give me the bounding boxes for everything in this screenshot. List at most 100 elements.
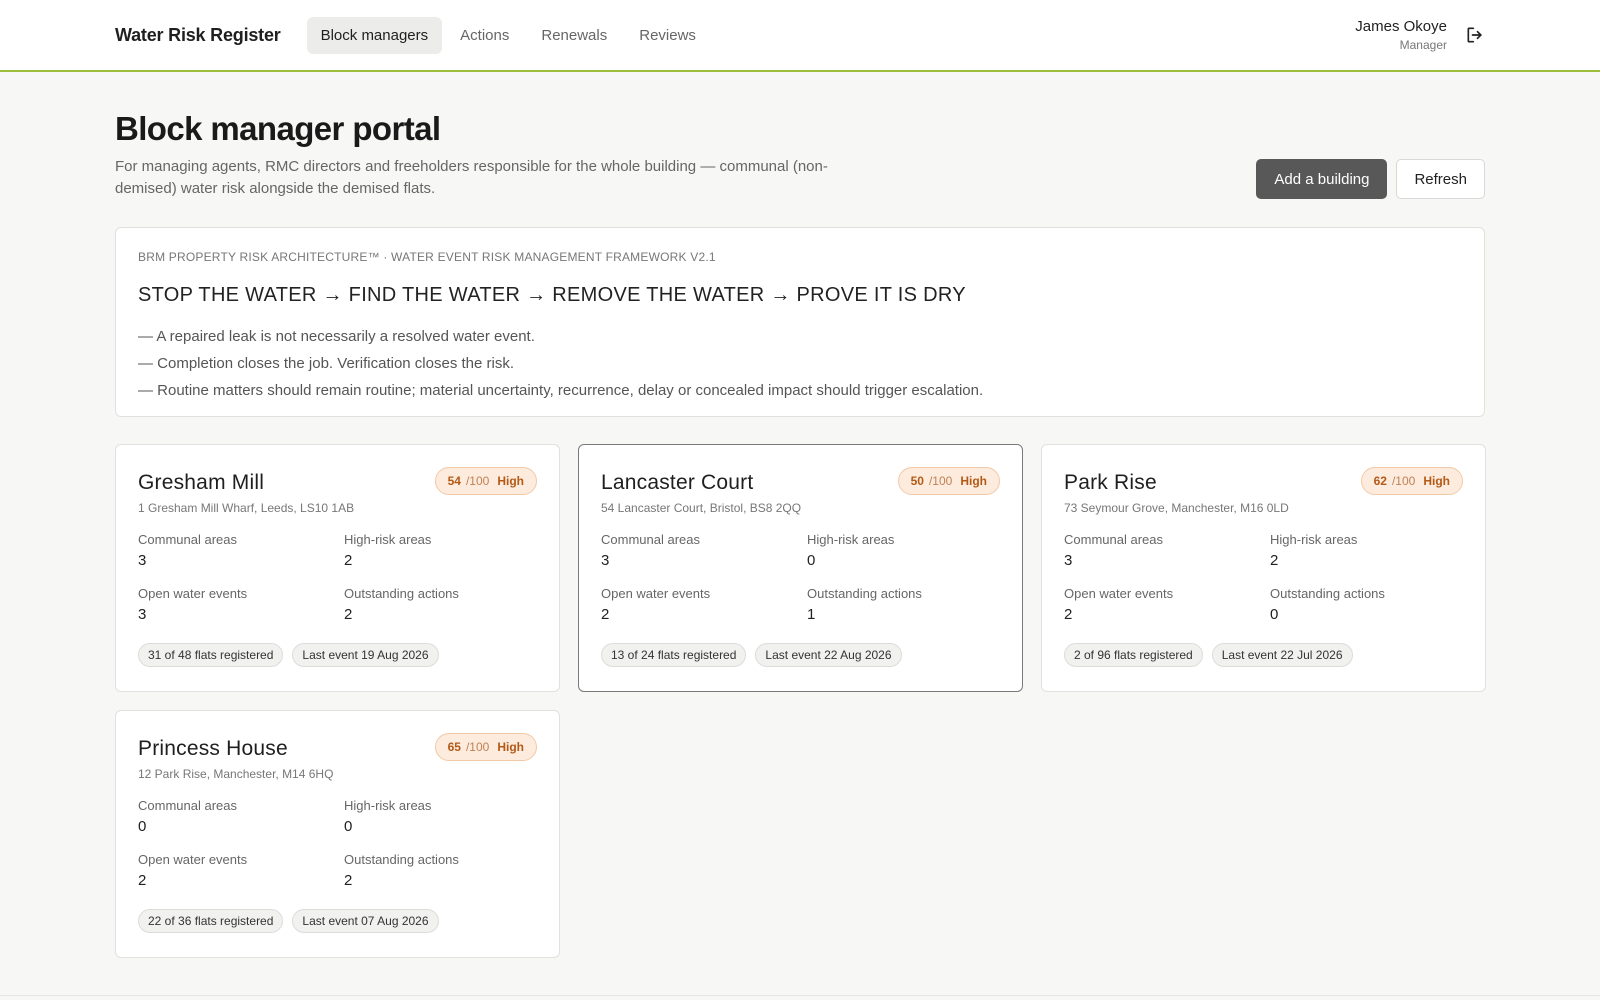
page-heading-group: Block manager portal For managing agents… bbox=[115, 110, 835, 200]
flats-registered-chip: 2 of 96 flats registered bbox=[1064, 643, 1203, 667]
tab-renewals[interactable]: Renewals bbox=[527, 17, 621, 54]
building-card[interactable]: Princess House 12 Park Rise, Manchester,… bbox=[115, 710, 560, 958]
stat-outstanding-actions: Outstanding actions 0 bbox=[1270, 586, 1470, 623]
risk-score-badge: 54 /100 High bbox=[434, 467, 537, 495]
page-header: Block manager portal For managing agents… bbox=[115, 72, 1485, 200]
building-stats: Communal areas 3 High-risk areas 0 Open … bbox=[601, 532, 1000, 623]
card-header: Gresham Mill 1 Gresham Mill Wharf, Leeds… bbox=[138, 467, 537, 515]
card-title-group: Lancaster Court 54 Lancaster Court, Bris… bbox=[601, 467, 801, 515]
stat-value: 0 bbox=[807, 552, 816, 569]
tab-actions[interactable]: Actions bbox=[446, 17, 523, 54]
stat-open-water-events: Open water events 3 bbox=[138, 586, 344, 623]
tab-reviews[interactable]: Reviews bbox=[625, 17, 710, 54]
stat-value: 2 bbox=[344, 872, 353, 889]
building-name: Park Rise bbox=[1064, 471, 1157, 494]
stat-label: Open water events bbox=[138, 586, 248, 601]
stat-value: 0 bbox=[138, 818, 147, 835]
building-card[interactable]: Lancaster Court 54 Lancaster Court, Bris… bbox=[578, 444, 1023, 692]
building-address: 1 Gresham Mill Wharf, Leeds, LS10 1AB bbox=[138, 501, 355, 515]
card-title-group: Gresham Mill 1 Gresham Mill Wharf, Leeds… bbox=[138, 467, 354, 515]
building-name: Princess House bbox=[138, 737, 288, 760]
risk-level-label: High bbox=[497, 474, 524, 488]
stat-value: 0 bbox=[1270, 606, 1279, 623]
user-info: James Okoye Manager bbox=[1355, 18, 1447, 52]
framework-principle: — Routine matters should remain routine;… bbox=[138, 382, 984, 399]
header-actions: Add a building Refresh bbox=[1256, 159, 1485, 199]
flats-registered-chip: 13 of 24 flats registered bbox=[601, 643, 747, 667]
user-area: James Okoye Manager bbox=[1355, 18, 1485, 52]
last-event-chip: Last event 07 Aug 2026 bbox=[292, 909, 439, 933]
stat-label: Outstanding actions bbox=[344, 852, 459, 867]
stat-label: Communal areas bbox=[601, 532, 700, 547]
stat-label: High-risk areas bbox=[344, 532, 432, 547]
building-card[interactable]: Gresham Mill 1 Gresham Mill Wharf, Leeds… bbox=[115, 444, 560, 692]
app-brand[interactable]: Water Risk Register bbox=[115, 25, 281, 46]
user-name: James Okoye bbox=[1355, 18, 1447, 35]
building-address: 54 Lancaster Court, Bristol, BS8 2QQ bbox=[601, 501, 802, 515]
card-chips: 22 of 36 flats registered Last event 07 … bbox=[138, 909, 537, 933]
stat-outstanding-actions: Outstanding actions 1 bbox=[807, 586, 1007, 623]
building-stats: Communal areas 0 High-risk areas 0 Open … bbox=[138, 798, 537, 889]
risk-score-badge: 65 /100 High bbox=[434, 733, 537, 761]
stat-value: 2 bbox=[601, 606, 610, 623]
framework-panel: BRM PROPERTY RISK ARCHITECTURE™ · WATER … bbox=[115, 227, 1485, 417]
framework-principle: — A repaired leak is not necessarily a r… bbox=[138, 328, 535, 345]
stat-value: 0 bbox=[344, 818, 353, 835]
stat-value: 3 bbox=[601, 552, 610, 569]
stat-label: Communal areas bbox=[138, 532, 237, 547]
framework-headline: STOP THE WATER → FIND THE WATER → REMOVE… bbox=[138, 284, 966, 306]
card-chips: 31 of 48 flats registered Last event 19 … bbox=[138, 643, 537, 667]
last-event-chip: Last event 22 Aug 2026 bbox=[755, 643, 902, 667]
page-description: For managing agents, RMC directors and f… bbox=[115, 158, 828, 197]
stat-open-water-events: Open water events 2 bbox=[138, 852, 344, 889]
stat-outstanding-actions: Outstanding actions 2 bbox=[344, 852, 544, 889]
card-chips: 2 of 96 flats registered Last event 22 J… bbox=[1064, 643, 1463, 667]
stat-open-water-events: Open water events 2 bbox=[601, 586, 807, 623]
top-navigation-bar: Water Risk Register Block managers Actio… bbox=[0, 0, 1600, 72]
stat-label: Communal areas bbox=[1064, 532, 1163, 547]
risk-score-value: 62 bbox=[1373, 474, 1387, 488]
logout-icon[interactable] bbox=[1465, 25, 1485, 45]
page-title: Block manager portal bbox=[115, 110, 441, 147]
stat-value: 2 bbox=[344, 552, 353, 569]
flats-registered-chip: 22 of 36 flats registered bbox=[138, 909, 284, 933]
building-stats: Communal areas 3 High-risk areas 2 Open … bbox=[138, 532, 537, 623]
add-building-button[interactable]: Add a building bbox=[1256, 159, 1388, 199]
main-nav: Block managers Actions Renewals Reviews bbox=[306, 16, 710, 54]
building-address: 73 Seymour Grove, Manchester, M16 0LD bbox=[1064, 501, 1289, 515]
refresh-button[interactable]: Refresh bbox=[1396, 159, 1485, 199]
card-header: Princess House 12 Park Rise, Manchester,… bbox=[138, 733, 537, 781]
stat-outstanding-actions: Outstanding actions 2 bbox=[344, 586, 544, 623]
card-chips: 13 of 24 flats registered Last event 22 … bbox=[601, 643, 1000, 667]
risk-score-max: /100 bbox=[465, 740, 490, 754]
stat-high-risk-areas: High-risk areas 0 bbox=[807, 532, 1007, 569]
stat-label: High-risk areas bbox=[807, 532, 895, 547]
stat-label: Outstanding actions bbox=[807, 586, 922, 601]
tab-block-managers[interactable]: Block managers bbox=[306, 16, 443, 54]
risk-score-max: /100 bbox=[1391, 474, 1416, 488]
stat-high-risk-areas: High-risk areas 2 bbox=[344, 532, 544, 569]
stat-value: 3 bbox=[138, 552, 147, 569]
last-event-chip: Last event 22 Jul 2026 bbox=[1211, 643, 1353, 667]
framework-eyebrow: BRM PROPERTY RISK ARCHITECTURE™ · WATER … bbox=[138, 250, 716, 264]
framework-principles: — A repaired leak is not necessarily a r… bbox=[138, 323, 1462, 404]
risk-score-max: /100 bbox=[465, 474, 490, 488]
risk-level-label: High bbox=[960, 474, 987, 488]
building-card[interactable]: Park Rise 73 Seymour Grove, Manchester, … bbox=[1041, 444, 1486, 692]
stat-communal-areas: Communal areas 0 bbox=[138, 798, 344, 835]
risk-level-label: High bbox=[497, 740, 524, 754]
last-event-chip: Last event 19 Aug 2026 bbox=[292, 643, 439, 667]
building-stats: Communal areas 3 High-risk areas 2 Open … bbox=[1064, 532, 1463, 623]
stat-value: 3 bbox=[1064, 552, 1073, 569]
framework-principle: — Completion closes the job. Verificatio… bbox=[138, 355, 515, 372]
stat-label: Open water events bbox=[138, 852, 248, 867]
card-header: Park Rise 73 Seymour Grove, Manchester, … bbox=[1064, 467, 1463, 515]
stat-value: 3 bbox=[138, 606, 147, 623]
risk-score-value: 50 bbox=[910, 474, 924, 488]
stat-communal-areas: Communal areas 3 bbox=[138, 532, 344, 569]
stat-label: Open water events bbox=[601, 586, 711, 601]
stat-value: 2 bbox=[1064, 606, 1073, 623]
card-title-group: Princess House 12 Park Rise, Manchester,… bbox=[138, 733, 333, 781]
stat-label: High-risk areas bbox=[1270, 532, 1358, 547]
stat-high-risk-areas: High-risk areas 0 bbox=[344, 798, 544, 835]
